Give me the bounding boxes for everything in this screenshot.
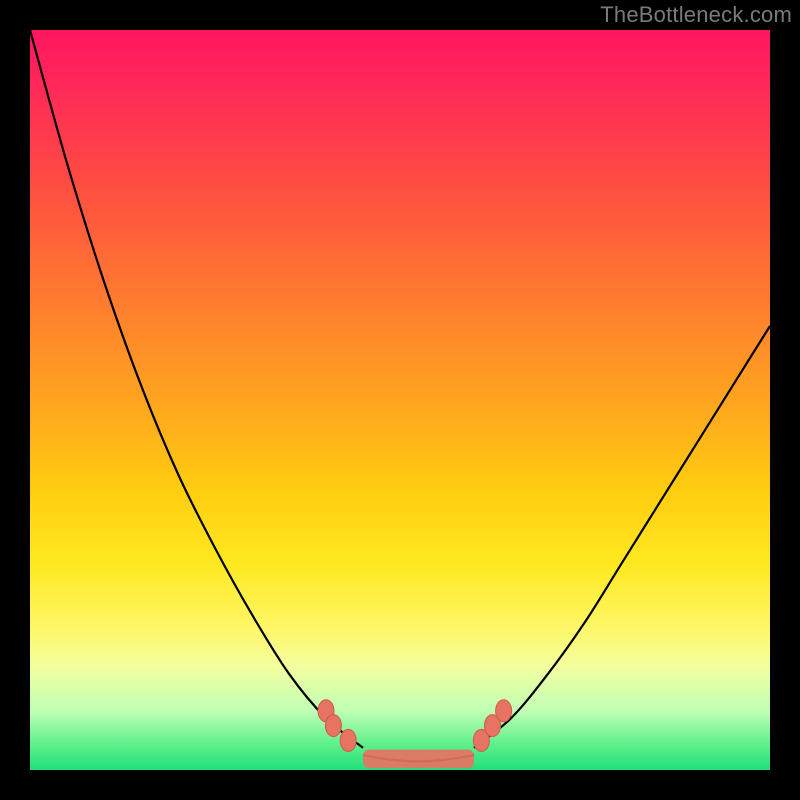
curve-right-branch — [474, 326, 770, 748]
valley-bar-marker — [363, 750, 474, 769]
marker-right-cluster-mid — [485, 715, 501, 737]
marker-right-cluster-upper — [496, 700, 512, 722]
curve-layer — [30, 30, 770, 770]
plot-area — [30, 30, 770, 770]
marker-group — [318, 700, 512, 752]
marker-left-cluster-mid — [325, 715, 341, 737]
marker-left-cluster-lower — [340, 729, 356, 751]
watermark-text: TheBottleneck.com — [600, 2, 792, 28]
chart-frame: TheBottleneck.com — [0, 0, 800, 800]
curve-valley-floor — [363, 755, 474, 761]
marker-right-cluster-lower — [473, 729, 489, 751]
marker-left-cluster-upper — [318, 700, 334, 722]
curve-left-branch — [30, 30, 363, 748]
